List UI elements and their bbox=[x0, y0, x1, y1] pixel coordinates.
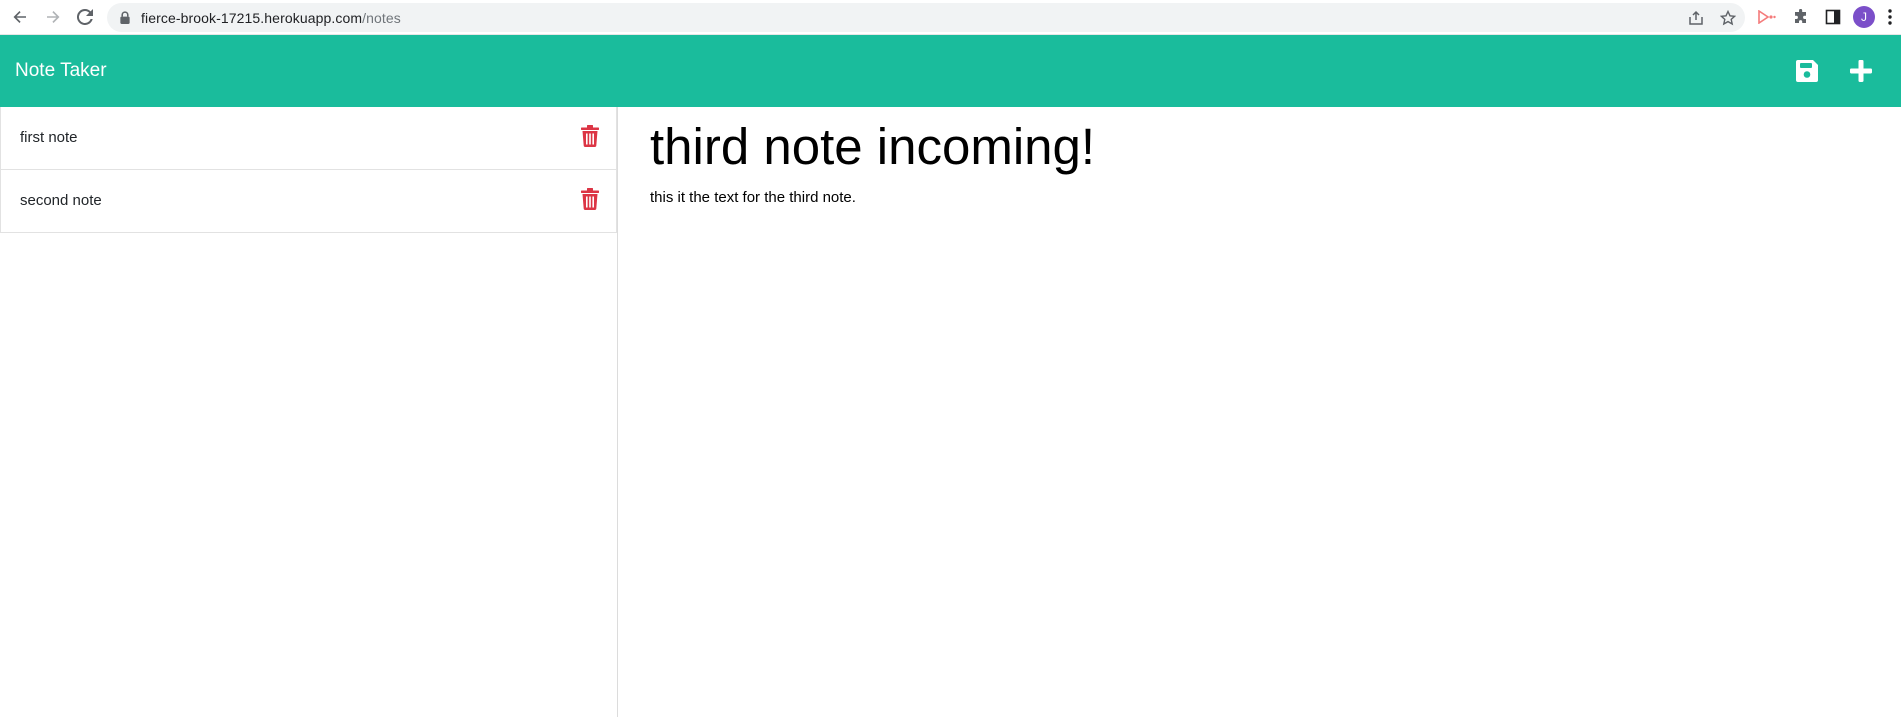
url-host: fierce-brook-17215.herokuapp.com bbox=[141, 10, 363, 26]
reload-button[interactable] bbox=[72, 4, 98, 30]
trash-icon[interactable] bbox=[581, 125, 599, 147]
new-note-button[interactable] bbox=[1845, 55, 1877, 87]
save-note-button[interactable] bbox=[1791, 55, 1823, 87]
note-title-input[interactable]: third note incoming! bbox=[650, 117, 1095, 177]
browser-menu-button[interactable] bbox=[1882, 5, 1898, 29]
list-item[interactable]: first note bbox=[0, 107, 617, 170]
forward-button[interactable] bbox=[40, 4, 66, 30]
lock-icon bbox=[120, 11, 130, 24]
plus-icon bbox=[1850, 60, 1872, 82]
arrow-right-icon bbox=[47, 11, 60, 23]
share-button[interactable] bbox=[1685, 7, 1707, 29]
back-button[interactable] bbox=[7, 4, 33, 30]
share-icon bbox=[1689, 10, 1703, 25]
note-title: second note bbox=[20, 192, 102, 209]
bookmark-button[interactable] bbox=[1717, 7, 1739, 29]
app-brand[interactable]: Note Taker bbox=[15, 60, 107, 82]
address-bar[interactable]: fierce-brook-17215.herokuapp.com/notes bbox=[107, 3, 1745, 32]
browser-toolbar: fierce-brook-17215.herokuapp.com/notes J bbox=[0, 0, 1901, 35]
note-list-panel: first note second note bbox=[0, 107, 618, 717]
side-panel-icon bbox=[1825, 9, 1841, 25]
app-navbar: Note Taker bbox=[0, 35, 1901, 107]
trash-icon[interactable] bbox=[581, 188, 599, 210]
extensions-menu-button[interactable] bbox=[1789, 5, 1813, 29]
kebab-menu-icon bbox=[1888, 9, 1892, 25]
note-editor: third note incoming! this it the text fo… bbox=[619, 107, 1901, 717]
puzzle-icon bbox=[1795, 9, 1806, 23]
reload-icon bbox=[77, 9, 93, 25]
extension-button[interactable] bbox=[1755, 5, 1779, 29]
extension-icon bbox=[1758, 10, 1776, 24]
arrow-left-icon bbox=[13, 11, 26, 23]
note-text-area[interactable]: this it the text for the third note. bbox=[650, 188, 856, 208]
profile-avatar[interactable]: J bbox=[1853, 6, 1875, 28]
note-list: first note second note bbox=[0, 107, 617, 233]
side-panel-button[interactable] bbox=[1821, 5, 1845, 29]
note-title: first note bbox=[20, 129, 78, 146]
list-item[interactable]: second note bbox=[0, 170, 617, 233]
url-text: fierce-brook-17215.herokuapp.com/notes bbox=[141, 10, 401, 26]
url-path: /notes bbox=[362, 10, 401, 26]
star-icon bbox=[1720, 10, 1736, 26]
floppy-disk-icon bbox=[1796, 60, 1818, 82]
